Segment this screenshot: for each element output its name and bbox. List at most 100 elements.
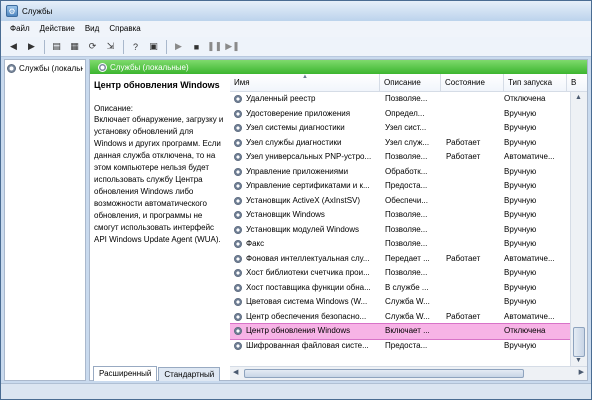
- menu-view[interactable]: Вид: [80, 21, 104, 37]
- services-app-icon: ⚙: [6, 5, 18, 17]
- tab-standard[interactable]: Стандартный: [158, 367, 221, 381]
- service-startup-type: Автоматиче...: [504, 152, 555, 161]
- service-name: Установщик модулей Windows: [246, 224, 359, 234]
- refresh-icon[interactable]: ⟳: [84, 39, 101, 55]
- menu-action[interactable]: Действие: [35, 21, 80, 37]
- scroll-up-icon[interactable]: ▲: [575, 94, 582, 101]
- column-headers: Имя ▲ Описание Состояние Тип запуска В: [230, 74, 587, 92]
- service-name: Центр обеспечения безопасно...: [246, 311, 367, 321]
- sort-ascending-icon: ▲: [302, 74, 308, 80]
- service-row[interactable]: Шифрованная файловая систе... Предоста...…: [230, 339, 575, 354]
- service-row[interactable]: Фоновая интеллектуальная слу... Передает …: [230, 252, 575, 267]
- service-description: Предоста...: [385, 181, 428, 190]
- service-row[interactable]: Управление сертификатами и к... Предоста.…: [230, 179, 575, 194]
- properties-icon[interactable]: ▦: [66, 39, 83, 55]
- menu-file[interactable]: Файл: [5, 21, 35, 37]
- service-row[interactable]: Узел системы диагностики Узел сист... Вруч…: [230, 121, 575, 136]
- service-state: [446, 223, 504, 238]
- service-description: Позволяе...: [385, 210, 428, 219]
- back-icon[interactable]: ◀: [5, 39, 22, 55]
- menu-bar: Файл Действие Вид Справка: [1, 21, 591, 37]
- tree-item-services-local[interactable]: Службы (локальн: [7, 62, 83, 74]
- help-icon[interactable]: ?: [127, 39, 144, 55]
- service-gear-icon: [234, 196, 242, 205]
- service-row[interactable]: Узел службы диагностики Узел служ... Работ…: [230, 136, 575, 151]
- service-gear-icon: [234, 341, 242, 350]
- service-name: Управление приложениями: [246, 166, 349, 176]
- services-icon: [7, 63, 16, 73]
- service-row[interactable]: Удостоверение приложения Определ... Вручну…: [230, 107, 575, 122]
- scroll-down-icon[interactable]: ▼: [575, 357, 582, 364]
- service-name-cell: Установщик модулей Windows: [234, 223, 380, 238]
- service-row[interactable]: Хост библиотеки счетчика прои... Позволяе…: [230, 266, 575, 281]
- service-row[interactable]: Цветовая система Windows (W... Служба W..…: [230, 295, 575, 310]
- restart-icon[interactable]: ▶❚: [224, 39, 241, 55]
- service-name: Установщик Windows: [246, 210, 325, 219]
- service-row[interactable]: Установщик модулей Windows Позволяе... Вру…: [230, 223, 575, 238]
- toolbar-separator: [123, 39, 124, 54]
- service-row[interactable]: Управление приложениями Обработк... Вручну…: [230, 165, 575, 180]
- service-name-cell: Центр обновления Windows: [234, 324, 380, 339]
- service-startup-type: Вручную: [504, 268, 537, 277]
- column-startup-type[interactable]: Тип запуска: [504, 74, 567, 92]
- column-logon[interactable]: В: [567, 74, 587, 92]
- service-name: Узел системы диагностики: [246, 123, 345, 132]
- stop-icon[interactable]: ■: [188, 39, 205, 55]
- service-name: Управление сертификатами и к...: [246, 181, 370, 190]
- menu-help[interactable]: Справка: [104, 21, 145, 37]
- status-bar: [1, 383, 591, 399]
- service-gear-icon: [234, 138, 242, 147]
- services-icon: [98, 62, 107, 72]
- service-row[interactable]: Узел универсальных PNP-устро... Позволяе.…: [230, 150, 575, 165]
- tab-extended[interactable]: Расширенный: [93, 366, 158, 381]
- service-state: [446, 194, 504, 209]
- service-name: Удаленный реестр: [246, 94, 316, 103]
- service-description: Обработк...: [385, 166, 428, 176]
- service-description: Служба W...: [385, 297, 430, 306]
- title-bar[interactable]: ⚙ Службы: [1, 1, 591, 21]
- service-state: [446, 281, 504, 296]
- console-tree-icon[interactable]: ▤: [48, 39, 65, 55]
- service-row[interactable]: Установщик ActiveX (AxInstSV) Обеспечи...…: [230, 194, 575, 209]
- vertical-scroll-thumb[interactable]: [573, 327, 585, 357]
- service-description: Служба W...: [385, 311, 430, 321]
- service-gear-icon: [234, 153, 242, 162]
- service-name-cell: Узел службы диагностики: [234, 136, 380, 151]
- service-state: [446, 237, 504, 252]
- window-title: Службы: [22, 6, 53, 16]
- service-row[interactable]: ФаксПозволяе...ВручнуюЛ: [230, 237, 575, 252]
- service-name-cell: Удостоверение приложения: [234, 107, 380, 122]
- service-startup-type: Вручную: [504, 239, 537, 248]
- service-row[interactable]: Центр обновления Windows Включает ... Откл…: [230, 323, 575, 340]
- service-description: Позволяе...: [385, 239, 428, 248]
- forward-icon[interactable]: ▶: [23, 39, 40, 55]
- service-state: Работает: [446, 152, 481, 161]
- service-name-cell: Фоновая интеллектуальная слу...: [234, 252, 380, 267]
- service-gear-icon: [234, 254, 242, 263]
- service-name: Шифрованная файловая систе...: [246, 340, 369, 350]
- service-row[interactable]: Центр обеспечения безопасно... Служба W..…: [230, 310, 575, 325]
- service-row[interactable]: Установщик WindowsПозволяе...ВручнуюЛ: [230, 208, 575, 223]
- service-gear-icon: [234, 298, 242, 307]
- mmc-icon[interactable]: ▣: [145, 39, 162, 55]
- service-name-cell: Узел универсальных PNP-устро...: [234, 150, 380, 165]
- service-gear-icon: [234, 312, 242, 321]
- pause-icon[interactable]: ❚❚: [206, 39, 223, 55]
- console-tree: Службы (локальн: [4, 59, 86, 381]
- export-icon[interactable]: ⇲: [102, 39, 119, 55]
- service-name: Хост поставщика функции обна...: [246, 282, 371, 292]
- service-name-cell: Хост библиотеки счетчика прои...: [234, 266, 380, 281]
- vertical-scrollbar[interactable]: ▲ ▼: [570, 92, 587, 366]
- service-gear-icon: [234, 240, 242, 249]
- services-window: ⚙ Службы Файл Действие Вид Справка ◀ ▶ ▤…: [0, 0, 592, 400]
- service-row[interactable]: Удаленный реестрПозволяе...ОтключенаЛ: [230, 92, 575, 107]
- column-state[interactable]: Состояние: [441, 74, 504, 92]
- service-gear-icon: [234, 182, 242, 191]
- play-icon[interactable]: ▶: [170, 39, 187, 55]
- toolbar: ◀ ▶ ▤ ▦ ⟳ ⇲ ? ▣ ▶ ■ ❚❚ ▶❚: [1, 37, 591, 57]
- service-gear-icon: [234, 225, 242, 234]
- service-row[interactable]: Хост поставщика функции обна... В службе …: [230, 281, 575, 296]
- service-description: Узел служ...: [385, 137, 430, 147]
- service-state: [446, 179, 504, 194]
- column-description[interactable]: Описание: [380, 74, 441, 92]
